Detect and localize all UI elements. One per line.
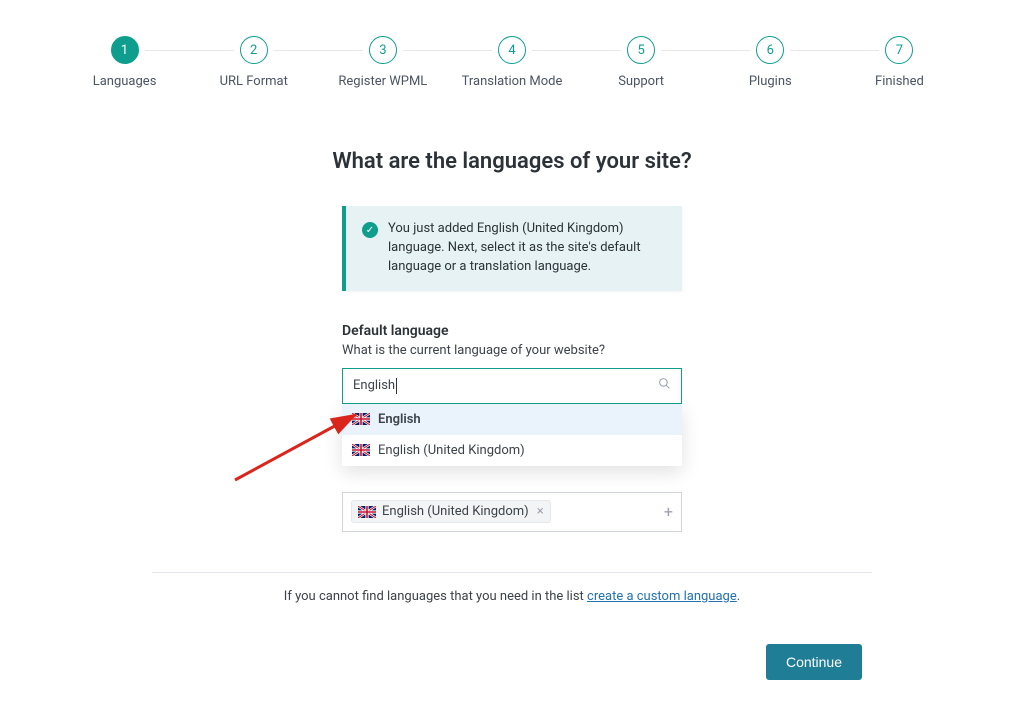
wizard-step-support[interactable]: 5 Support xyxy=(577,36,706,89)
default-language-subtitle: What is the current language of your web… xyxy=(342,343,682,358)
translation-language-label: English (United Kingdom) xyxy=(382,504,529,519)
flag-icon xyxy=(352,444,370,456)
step-label: Plugins xyxy=(749,74,792,89)
wizard-step-plugins[interactable]: 6 Plugins xyxy=(706,36,835,89)
flag-icon xyxy=(358,506,376,518)
continue-button[interactable]: Continue xyxy=(766,644,862,680)
wizard-stepper: 1 Languages 2 URL Format 3 Register WPML… xyxy=(0,36,1024,89)
flag-icon xyxy=(352,413,370,425)
language-option-label: English xyxy=(378,412,421,427)
remove-tag-icon[interactable]: × xyxy=(537,504,544,519)
language-search-input[interactable]: English xyxy=(342,368,682,404)
step-number: 7 xyxy=(885,36,913,64)
wizard-step-finished[interactable]: 7 Finished xyxy=(835,36,964,89)
default-language-label: Default language xyxy=(342,323,682,339)
language-search-value: English xyxy=(353,378,395,393)
create-custom-language-link[interactable]: create a custom language xyxy=(587,589,737,604)
step-label: Translation Mode xyxy=(462,74,563,89)
translation-language-tag[interactable]: English (United Kingdom) × xyxy=(351,500,551,523)
search-icon xyxy=(658,377,671,394)
step-label: Languages xyxy=(93,74,157,89)
add-language-icon[interactable]: + xyxy=(664,502,673,521)
divider xyxy=(152,572,872,573)
step-label: Register WPML xyxy=(338,74,427,89)
custom-language-footnote: If you cannot find languages that you ne… xyxy=(0,589,1024,604)
wizard-step-languages[interactable]: 1 Languages xyxy=(60,36,189,89)
wizard-step-register-wpml[interactable]: 3 Register WPML xyxy=(318,36,447,89)
check-icon: ✓ xyxy=(362,222,378,238)
success-notice: ✓ You just added English (United Kingdom… xyxy=(342,206,682,291)
step-number: 6 xyxy=(756,36,784,64)
footnote-suffix: . xyxy=(737,589,740,604)
language-option[interactable]: English (United Kingdom) xyxy=(342,435,682,466)
wizard-step-url-format[interactable]: 2 URL Format xyxy=(189,36,318,89)
footnote-prefix: If you cannot find languages that you ne… xyxy=(284,589,587,604)
language-dropdown: English English (United Kingdom) xyxy=(342,404,682,466)
step-label: Support xyxy=(618,74,664,89)
notice-text: You just added English (United Kingdom) … xyxy=(388,220,666,277)
wizard-step-translation-mode[interactable]: 4 Translation Mode xyxy=(447,36,576,89)
step-number: 5 xyxy=(627,36,655,64)
step-label: Finished xyxy=(875,74,924,89)
step-number: 2 xyxy=(240,36,268,64)
page-heading: What are the languages of your site? xyxy=(252,149,772,174)
step-number: 3 xyxy=(369,36,397,64)
step-number: 4 xyxy=(498,36,526,64)
step-number: 1 xyxy=(111,36,139,64)
translation-languages-box[interactable]: English (United Kingdom) × + xyxy=(342,492,682,532)
step-label: URL Format xyxy=(220,74,288,89)
language-option-label: English (United Kingdom) xyxy=(378,443,525,458)
language-option[interactable]: English xyxy=(342,404,682,435)
